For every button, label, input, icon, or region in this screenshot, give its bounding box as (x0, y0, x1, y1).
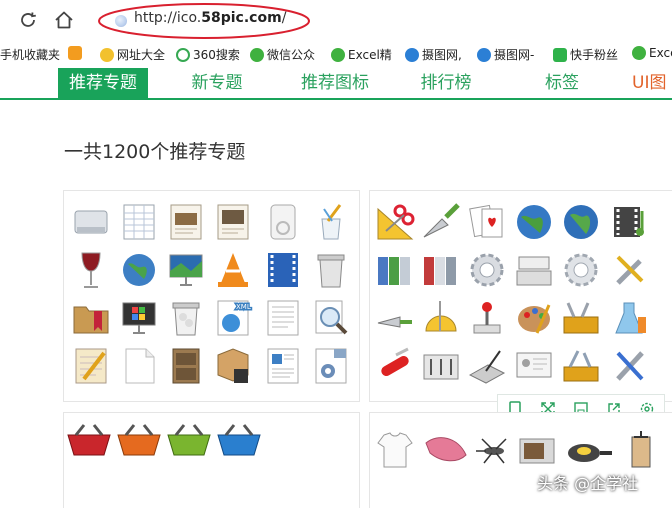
tshirt-icon (377, 432, 413, 468)
url-input[interactable]: http://ico.58pic.com/ (98, 4, 658, 36)
french-press-icon (631, 431, 651, 468)
green-circle-icon (176, 47, 190, 62)
bookmarks-bar: 手机收藏夹 网址大全 360搜索 微信公众 Excel精 摄图网, 摄图网- 快… (0, 40, 672, 69)
bookmark-orange[interactable] (68, 46, 82, 60)
film-strip-icon (268, 253, 298, 287)
newsletter-icon (267, 348, 299, 384)
site-icon (115, 15, 127, 27)
toolbox-2-icon (563, 350, 599, 382)
bookmark-shetu-1[interactable]: 摄图网, (405, 46, 462, 63)
joystick-icon (473, 302, 501, 334)
blue-bird-icon (477, 47, 491, 62)
document-image-icon (170, 204, 202, 240)
mixer-console-icon (423, 354, 459, 380)
topic-card-office[interactable]: XML (63, 190, 360, 402)
ruler-scissors-icon (377, 204, 415, 240)
windows-monitor-icon (122, 302, 156, 334)
notepad-pencil-icon (75, 348, 107, 384)
earth-globe-icon (517, 205, 551, 239)
tools-cross-icon (616, 351, 644, 381)
tab-tags[interactable]: 标签 (538, 68, 586, 98)
bookmark-excel[interactable]: Excel精 (331, 46, 392, 63)
folder-bookmark-icon (73, 306, 109, 334)
trowel-icon (423, 203, 460, 238)
frying-pan-icon (568, 444, 612, 462)
orange-basket-icon (117, 424, 161, 456)
full-trash-icon (172, 302, 200, 336)
trowel-2-icon (377, 316, 412, 328)
binders-red-icon (424, 257, 456, 285)
blue-basket-icon (217, 424, 261, 456)
red-basket-icon (67, 424, 111, 456)
protractor-icon (425, 301, 457, 332)
green-basket-icon (167, 424, 211, 456)
monitor-icon (169, 254, 203, 286)
globe-document-icon: XML (217, 300, 252, 336)
orange-square-icon (68, 46, 82, 60)
tab-recommended-icons[interactable]: 推荐图标 (290, 68, 380, 98)
green-square-icon (553, 47, 567, 62)
tab-new-topics[interactable]: 新专题 (182, 68, 252, 98)
wechat-icon (250, 47, 264, 62)
bookmark-shetu-2[interactable]: 摄图网- (477, 46, 534, 63)
wechat-icon (632, 46, 646, 60)
photo-document-icon (217, 204, 249, 240)
yellow-shield-icon (100, 47, 114, 62)
wrench-screwdriver-icon (616, 255, 644, 285)
shell-script-icon (315, 348, 347, 384)
home-button[interactable] (52, 8, 76, 32)
reload-icon (21, 12, 36, 27)
swiss-knife-icon (381, 347, 409, 376)
url-text: http://ico.58pic.com/ (134, 10, 287, 26)
watermark: 头条 @企学社 (537, 474, 639, 493)
topic-card-tools[interactable] (369, 190, 672, 402)
page-title: 一共1200个推荐专题 (64, 141, 246, 163)
bookmark-weixin[interactable]: 微信公众 (250, 46, 315, 63)
toolbox-icon (563, 302, 599, 334)
media-note-icon (614, 207, 644, 237)
playing-cards-icon (469, 204, 503, 238)
home-icon (55, 11, 73, 29)
gear-2-icon (564, 253, 598, 287)
wechat-icon (331, 47, 345, 62)
blank-page-icon (125, 348, 155, 384)
tab-ui[interactable]: UI图 (632, 68, 672, 98)
package-disk-icon (217, 348, 249, 383)
search-document-icon (315, 300, 348, 335)
bookmark-wangzhi[interactable]: 网址大全 (100, 46, 165, 63)
id-card-icon (516, 352, 552, 378)
microwave-icon (519, 438, 555, 464)
vlc-cone-icon (218, 253, 248, 287)
globe-icon (123, 254, 155, 286)
topic-card-baskets[interactable] (63, 412, 360, 508)
gear-icon (470, 253, 504, 287)
fish-fillet-icon (425, 437, 467, 462)
bookmark-360[interactable]: 360搜索 (176, 46, 240, 63)
text-document-icon (267, 300, 299, 336)
reload-button[interactable] (16, 8, 40, 32)
blue-bird-icon (405, 47, 419, 62)
filing-cabinet-icon (172, 348, 200, 384)
drawing-tablet-icon (468, 350, 506, 384)
mosquito-icon (476, 438, 507, 464)
lab-flask-icon (615, 302, 646, 334)
trash-icon (317, 254, 345, 288)
bookmark-mobile[interactable]: 手机收藏夹 (0, 46, 60, 63)
media-player-icon (270, 204, 296, 240)
pencil-cup-icon (321, 204, 342, 240)
address-bar-area: http://ico.58pic.com/ (0, 0, 672, 40)
cash-register-icon (516, 256, 552, 286)
paint-palette-icon (518, 304, 551, 334)
tab-recommended-topics[interactable]: 推荐专题 (58, 68, 148, 98)
wine-glass-icon (81, 252, 101, 288)
scanner-icon (74, 210, 108, 234)
site-nav: 推荐专题 新专题 推荐图标 排行榜 标签 UI图 (0, 68, 672, 100)
tab-ranking[interactable]: 排行榜 (410, 68, 482, 98)
bookmark-kuaishou[interactable]: 快手粉丝 (553, 46, 618, 63)
spreadsheet-icon (123, 204, 155, 240)
binders-icon (378, 257, 410, 285)
earth-globe-2-icon (564, 205, 598, 239)
svg-text:XML: XML (236, 303, 251, 311)
bookmark-excel-2[interactable]: Exce (632, 46, 672, 60)
